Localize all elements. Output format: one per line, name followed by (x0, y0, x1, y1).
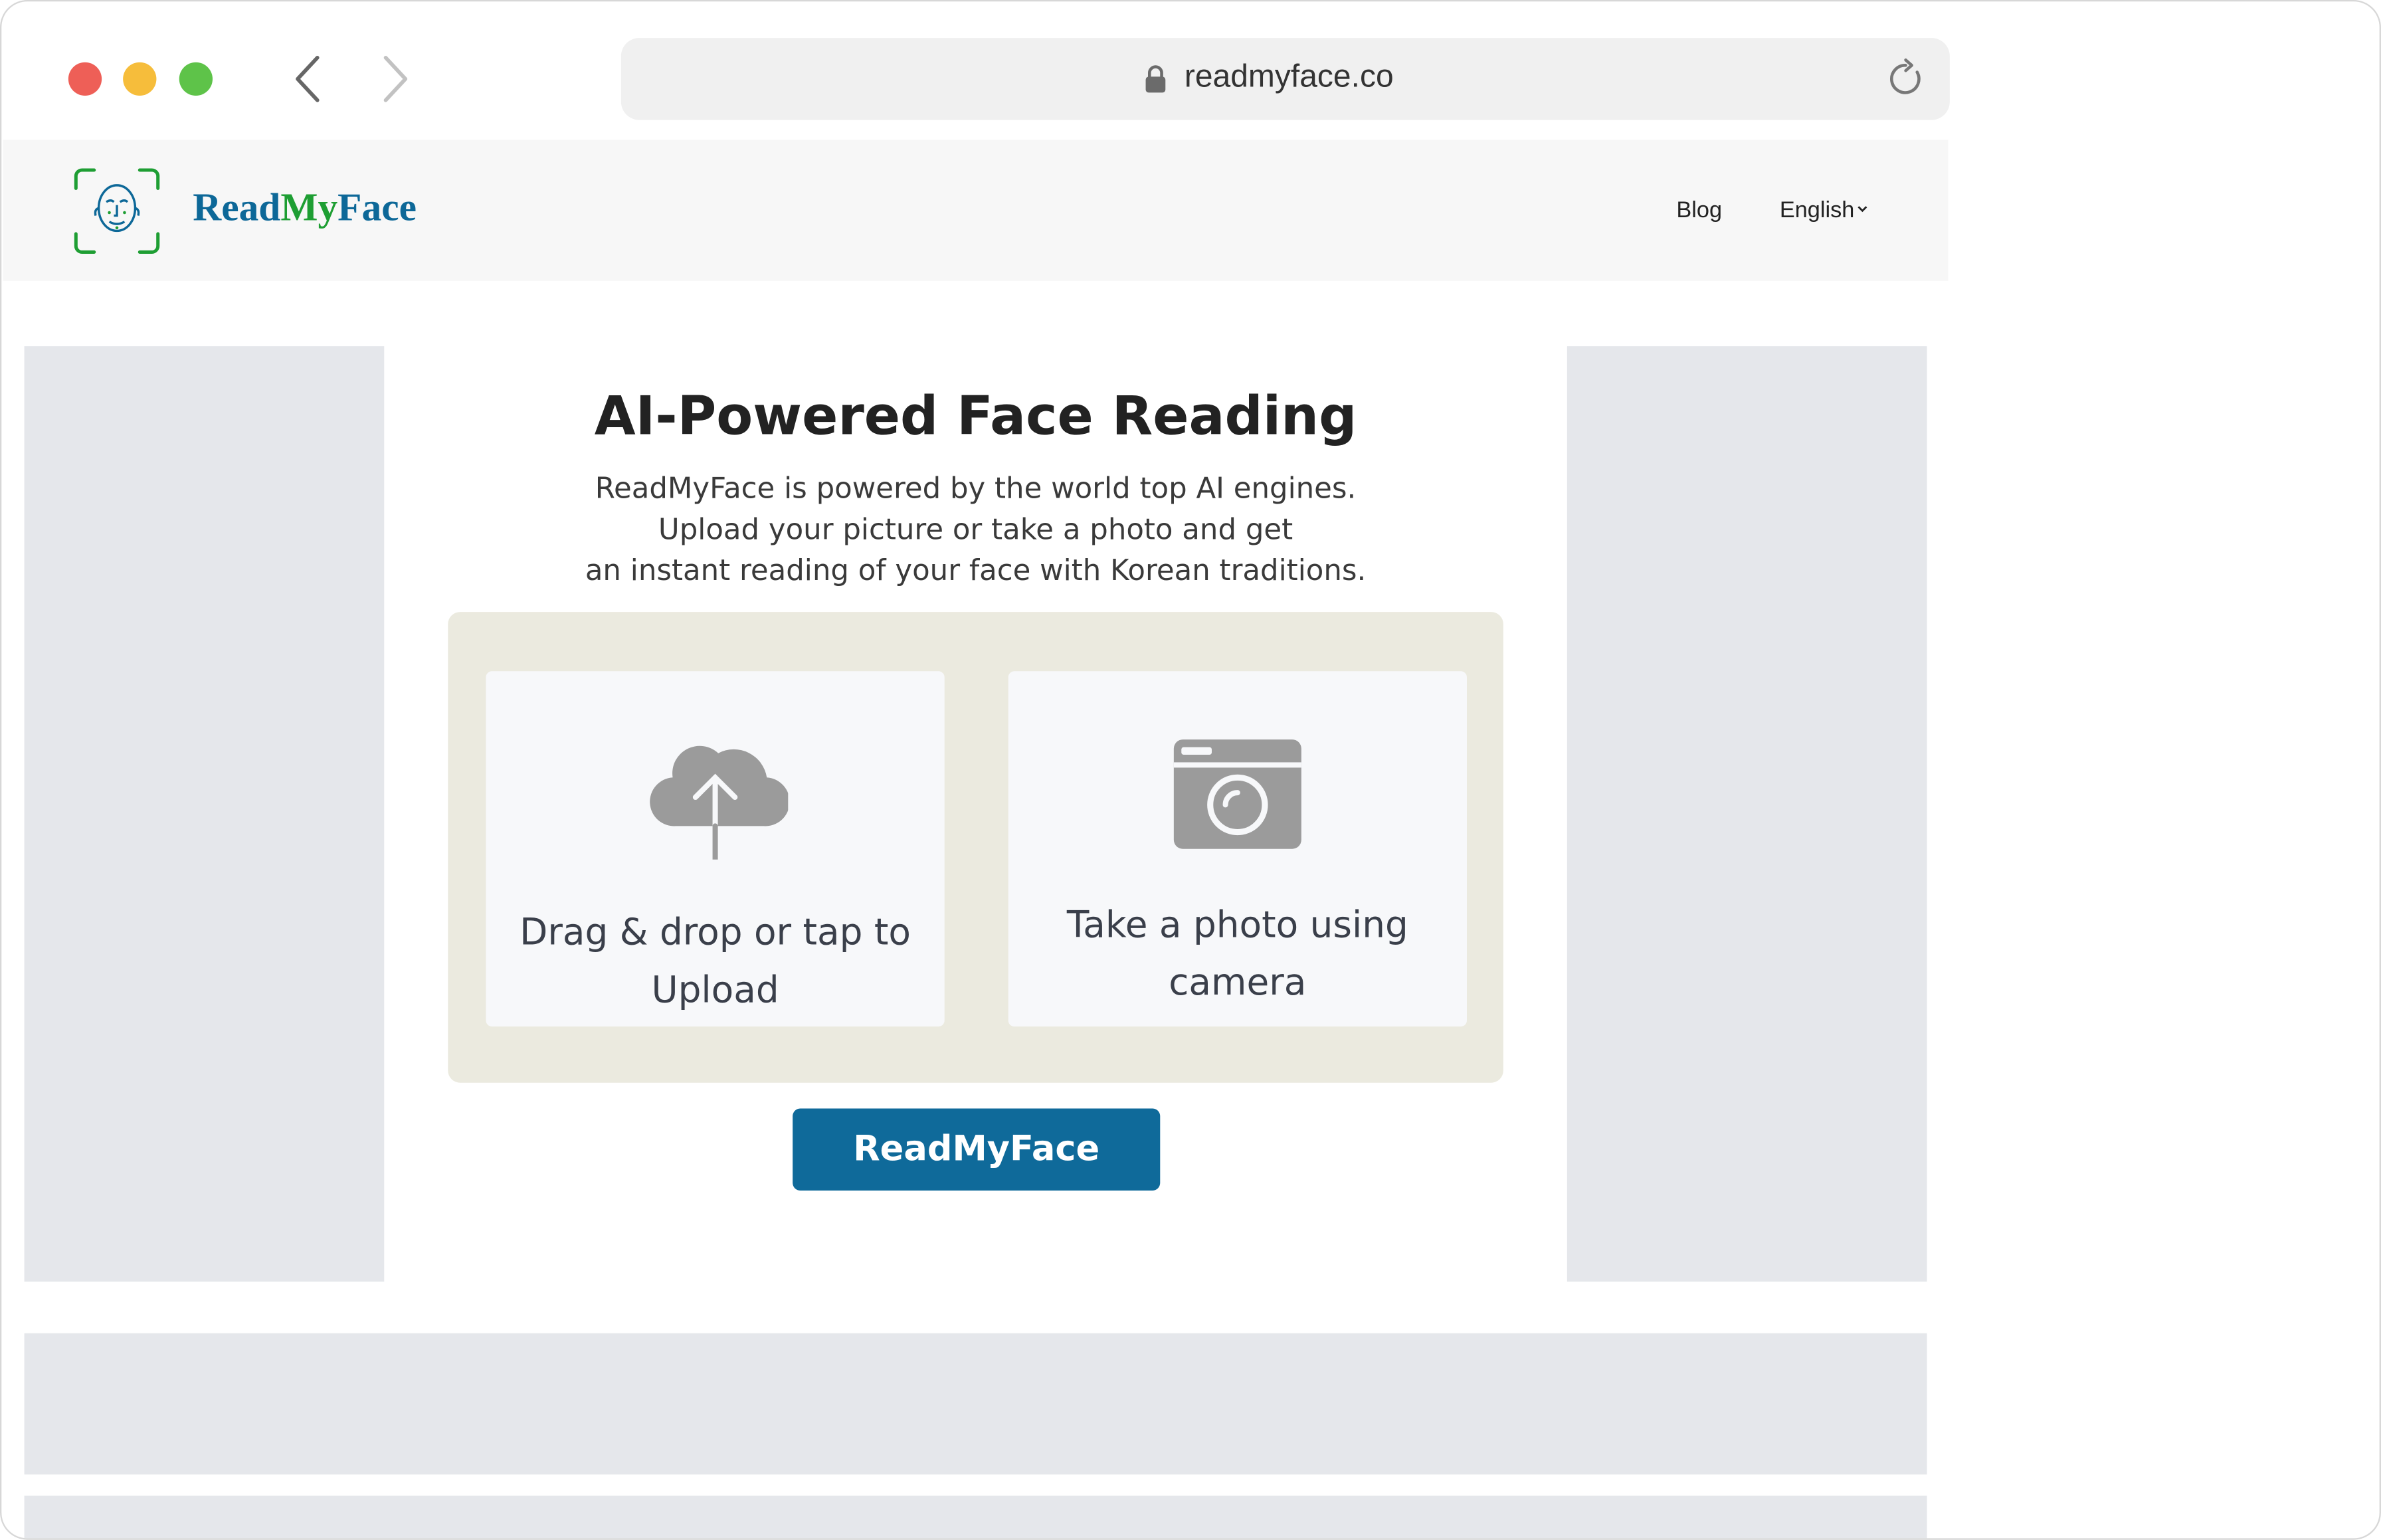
camera-line: camera (1169, 961, 1307, 1004)
ad-placeholder-footer (24, 1495, 1927, 1539)
upload-line: Drag & drop or tap to (520, 911, 911, 954)
camera-instruction: Take a photo using camera (1008, 896, 1467, 1012)
face-scan-logo-icon[interactable] (73, 167, 161, 255)
window-zoom-button[interactable] (179, 62, 213, 96)
brand-logo-text[interactable]: ReadMyFace (193, 185, 417, 231)
lock-icon (1145, 65, 1166, 93)
upload-line: Upload (651, 969, 779, 1012)
language-dropdown[interactable]: English (1780, 197, 1868, 223)
chevron-down-icon (1857, 206, 1867, 213)
ad-placeholder-right (1567, 346, 1927, 1282)
address-bar[interactable]: readmyface.co (620, 38, 1950, 120)
window-minimize-button[interactable] (123, 62, 157, 96)
upload-panel: Drag & drop or tap to Upload Take a phot… (448, 612, 1503, 1083)
browser-window: readmyface.co ReadMyFace Blog English AI… (0, 0, 2381, 1540)
back-arrow-icon[interactable] (290, 53, 327, 105)
nav-blog-link[interactable]: Blog (1676, 197, 1722, 223)
site-header: ReadMyFace Blog English (3, 140, 1949, 281)
brand-face: Face (337, 185, 417, 230)
subtitle-line: ReadMyFace is powered by the world top A… (595, 472, 1357, 506)
forward-arrow-icon[interactable] (377, 53, 413, 105)
page-subtitle: ReadMyFace is powered by the world top A… (384, 469, 1567, 592)
camera-capture-card[interactable]: Take a photo using camera (1008, 671, 1467, 1027)
readmyface-submit-button[interactable]: ReadMyFace (793, 1108, 1161, 1191)
camera-line: Take a photo using (1066, 903, 1408, 946)
url-text: readmyface.co (1184, 59, 1394, 94)
camera-icon (1173, 739, 1301, 849)
subtitle-line: an instant reading of your face with Kor… (585, 554, 1367, 588)
upload-instruction: Drag & drop or tap to Upload (486, 904, 944, 1019)
brand-my: My (280, 185, 338, 230)
cloud-upload-icon (650, 745, 789, 860)
upload-dropzone[interactable]: Drag & drop or tap to Upload (486, 671, 945, 1027)
subtitle-line: Upload your picture or take a photo and … (658, 513, 1293, 547)
brand-read: Read (193, 185, 281, 230)
ad-placeholder-left (24, 346, 385, 1282)
window-close-button[interactable] (68, 62, 102, 96)
reload-icon[interactable] (1886, 58, 1925, 100)
ad-placeholder-bottom (24, 1333, 1927, 1475)
page-title: AI-Powered Face Reading (594, 387, 1357, 448)
language-label: English (1779, 197, 1855, 223)
